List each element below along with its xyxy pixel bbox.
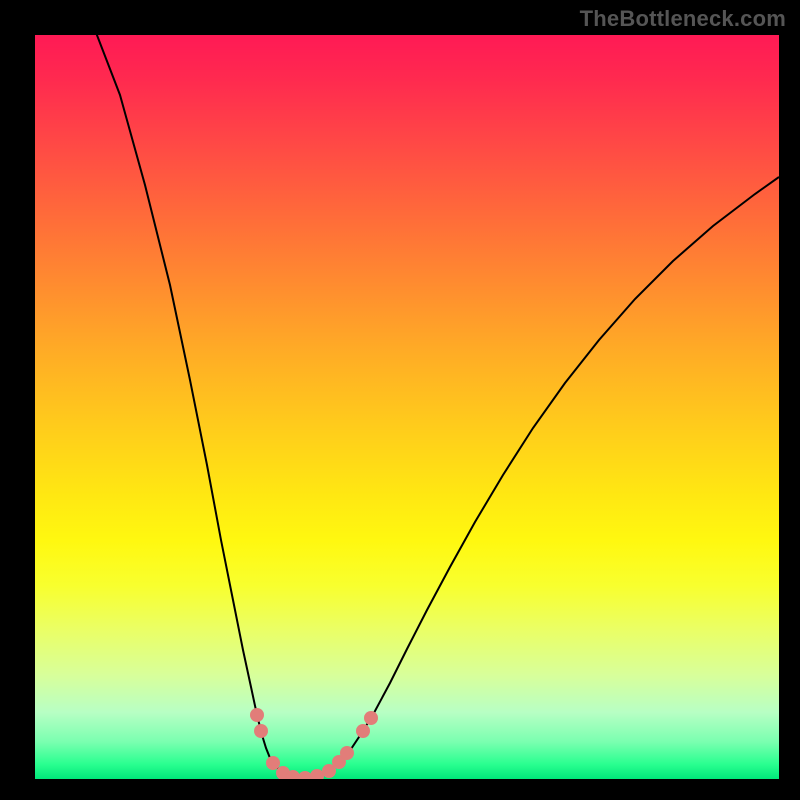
- watermark-text: TheBottleneck.com: [580, 6, 786, 32]
- marker-group: [250, 708, 378, 779]
- curve-marker: [356, 724, 370, 738]
- curve-marker: [250, 708, 264, 722]
- bottleneck-curve: [95, 35, 779, 778]
- curve-marker: [266, 756, 280, 770]
- curve-marker: [310, 769, 324, 779]
- curve-layer: [35, 35, 779, 779]
- curve-marker: [254, 724, 268, 738]
- chart-frame: TheBottleneck.com: [0, 0, 800, 800]
- curve-marker: [298, 771, 312, 779]
- curve-marker: [364, 711, 378, 725]
- curve-marker: [340, 746, 354, 760]
- plot-area: [35, 35, 779, 779]
